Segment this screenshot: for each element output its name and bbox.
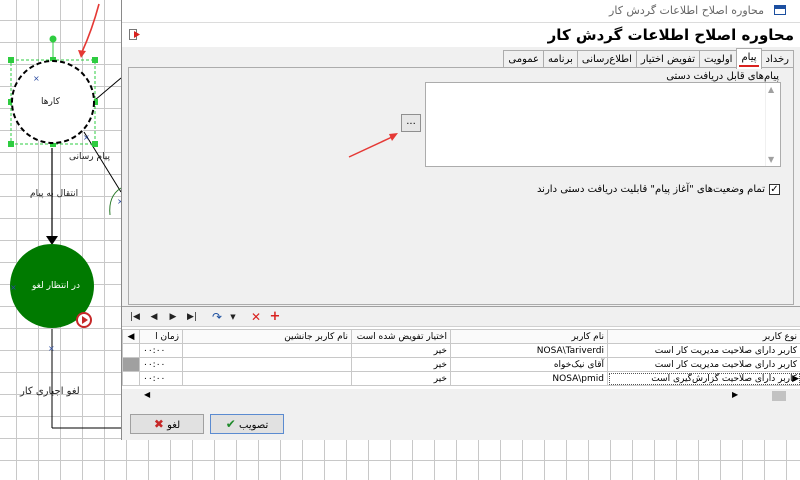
tab-message[interactable]: پیام: [736, 48, 762, 69]
annotation-overlay: [348, 133, 398, 158]
annotation-arrow-icon: [389, 133, 398, 141]
